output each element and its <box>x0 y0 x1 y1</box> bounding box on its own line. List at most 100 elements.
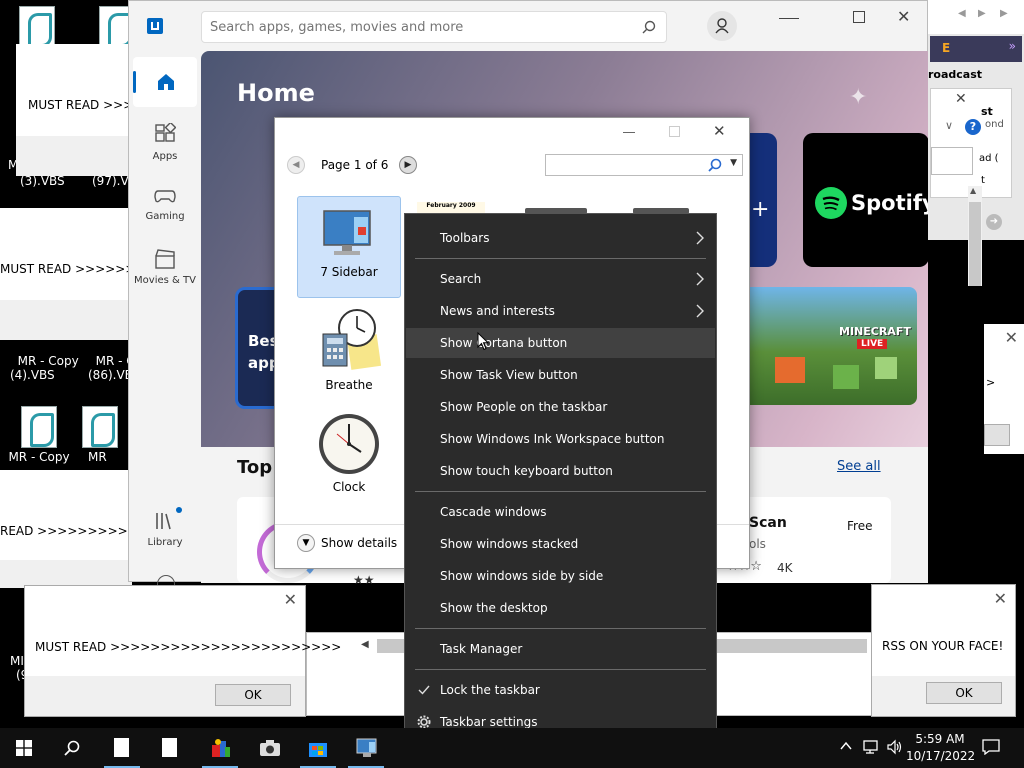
spotify-logo-icon <box>815 187 847 219</box>
ok-button[interactable]: OK <box>215 684 291 706</box>
desktop-icon-vbs-4[interactable]: MR - Copy (4).VBS <box>10 340 79 382</box>
menu-item-task-manager[interactable]: Task Manager <box>406 634 715 664</box>
menu-item-show-cortana[interactable]: Show Cortana button <box>406 328 715 358</box>
sparkle-icon: ✦ <box>849 85 868 110</box>
menu-item-label: Search <box>440 272 482 286</box>
menu-arrow-icon[interactable]: ▶ <box>1000 8 1008 19</box>
message-box: READ >>>>>>>>>>>>>>> <box>0 470 188 588</box>
menu-item-cascade-windows[interactable]: Cascade windows <box>406 497 715 527</box>
desktop-icon-mr[interactable]: MR <box>80 406 120 464</box>
volume-icon[interactable] <box>886 739 902 755</box>
taskbar-notepad-1[interactable] <box>100 728 144 768</box>
close-icon[interactable]: ✕ <box>1005 328 1018 347</box>
menu-item-show-desktop[interactable]: Show the desktop <box>406 593 715 623</box>
search-icon[interactable] <box>708 158 722 172</box>
nav-apps-item[interactable]: Apps <box>133 123 197 162</box>
nav-label: Movies & TV <box>134 275 196 286</box>
help-icon[interactable]: ? <box>965 119 981 135</box>
rating-stars: ★★ <box>353 573 375 587</box>
spotify-tile[interactable]: Spotify <box>803 133 936 267</box>
maximize-button[interactable] <box>853 11 865 23</box>
show-details-label: Show details <box>321 536 398 550</box>
chevron-right-icon <box>695 304 705 318</box>
scroll-left-arrow[interactable]: ◀ <box>361 639 369 650</box>
calculator-clock-icon <box>317 308 381 374</box>
minimize-button[interactable] <box>623 132 635 133</box>
menu-item-news-and-interests[interactable]: News and interests <box>406 296 715 326</box>
menu-item-show-task-view[interactable]: Show Task View button <box>406 360 715 390</box>
nav-movies-item[interactable]: Movies & TV <box>133 249 197 286</box>
chevron-down-icon[interactable]: ∨ <box>945 119 953 132</box>
nav-home-item[interactable] <box>133 57 197 107</box>
close-icon[interactable]: ✕ <box>284 590 297 609</box>
taskbar-monitor-app[interactable] <box>344 728 388 768</box>
browser-tabbar: ◀ ▶ ▶ <box>928 0 1024 34</box>
message-button-partial[interactable] <box>984 424 1010 446</box>
minecraft-live-badge: LIVE <box>857 339 888 349</box>
menu-item-toolbars[interactable]: Toolbars <box>406 223 715 253</box>
menu-separator <box>415 628 706 629</box>
network-icon[interactable] <box>862 739 880 755</box>
close-button[interactable]: ✕ <box>713 122 726 140</box>
gadget-breathe[interactable]: Breathe <box>297 308 401 392</box>
ok-button[interactable]: OK <box>926 682 1002 704</box>
right-window-input[interactable] <box>931 147 973 175</box>
clapperboard-icon <box>154 249 176 269</box>
close-icon[interactable]: ✕ <box>955 91 967 107</box>
menu-item-show-people[interactable]: Show People on the taskbar <box>406 392 715 422</box>
featured-tile-partial[interactable]: Bes app <box>235 287 280 409</box>
menu-item-label: Show touch keyboard button <box>440 464 613 478</box>
minecraft-live-banner[interactable]: MINECRAFT LIVE <box>749 287 917 405</box>
desktop-icon-mr-copy[interactable]: MR - Copy <box>4 406 74 464</box>
nav-library-item[interactable]: Library <box>133 507 197 548</box>
store-search-input[interactable] <box>210 18 630 36</box>
see-all-link[interactable]: See all <box>837 459 881 474</box>
chevron-right-icon[interactable]: » <box>1009 39 1016 53</box>
chevron-up-icon[interactable] <box>840 740 852 752</box>
vertical-scrollbar[interactable]: ▲ <box>968 186 982 286</box>
windows-logo-icon <box>16 740 32 756</box>
action-center-icon[interactable] <box>982 739 1000 755</box>
menu-item-label: Show People on the taskbar <box>440 400 608 414</box>
clock-time[interactable]: 5:59 AM <box>910 732 970 746</box>
dark-toolbar: E » <box>930 36 1022 62</box>
clock-date[interactable]: 10/17/2022 <box>906 749 975 763</box>
rating-count: 4K <box>777 561 793 575</box>
help-icon[interactable] <box>157 575 175 585</box>
close-icon[interactable]: ✕ <box>994 589 1007 608</box>
taskbar-camera-app[interactable] <box>248 728 292 768</box>
desktop-icon-label: MR - Co (86).VB <box>88 354 128 382</box>
gadget-7-sidebar[interactable]: 7 Sidebar <box>297 196 401 298</box>
page-next-button[interactable]: ▶ <box>399 156 417 174</box>
minimize-button[interactable] <box>779 9 799 27</box>
search-icon[interactable] <box>642 20 656 34</box>
menu-item-show-touch-keyboard[interactable]: Show touch keyboard button <box>406 456 715 486</box>
page-prev-button[interactable]: ◀ <box>287 156 305 174</box>
close-button[interactable]: ✕ <box>897 7 910 26</box>
menu-item-lock-taskbar[interactable]: Lock the taskbar <box>406 675 715 705</box>
app-tile-partial[interactable]: + <box>749 133 777 267</box>
taskbar-paint-app[interactable] <box>198 728 242 768</box>
start-button[interactable] <box>2 728 46 768</box>
desktop-icon-vbs-86[interactable]: MR - Co (86).VB <box>88 340 128 382</box>
menu-item-search[interactable]: Search <box>406 264 715 294</box>
dropdown-arrow-icon[interactable]: ▼ <box>730 158 737 168</box>
account-avatar-icon[interactable] <box>707 11 737 41</box>
taskbar-notepad-2[interactable] <box>148 728 192 768</box>
message-box: MUST READ >>>>> <box>16 44 153 176</box>
menu-item-label: Cascade windows <box>440 505 547 519</box>
gadget-clock[interactable]: Clock <box>297 412 401 494</box>
forward-arrow-icon[interactable]: ▶ <box>978 8 986 19</box>
store-logo-icon <box>147 18 163 34</box>
round-forward-icon[interactable]: ➜ <box>986 214 1002 230</box>
menu-item-side-by-side[interactable]: Show windows side by side <box>406 561 715 591</box>
nav-gaming-item[interactable]: Gaming <box>133 187 197 222</box>
back-arrow-icon[interactable]: ◀ <box>958 8 966 19</box>
menu-item-windows-stacked[interactable]: Show windows stacked <box>406 529 715 559</box>
gadget-search-box[interactable]: ▼ <box>545 154 743 176</box>
taskbar-search-button[interactable] <box>50 728 94 768</box>
menu-item-label: Show the desktop <box>440 601 548 615</box>
menu-item-show-ink-workspace[interactable]: Show Windows Ink Workspace button <box>406 424 715 454</box>
taskbar-store-app[interactable] <box>296 728 340 768</box>
store-search-box[interactable] <box>201 11 667 43</box>
